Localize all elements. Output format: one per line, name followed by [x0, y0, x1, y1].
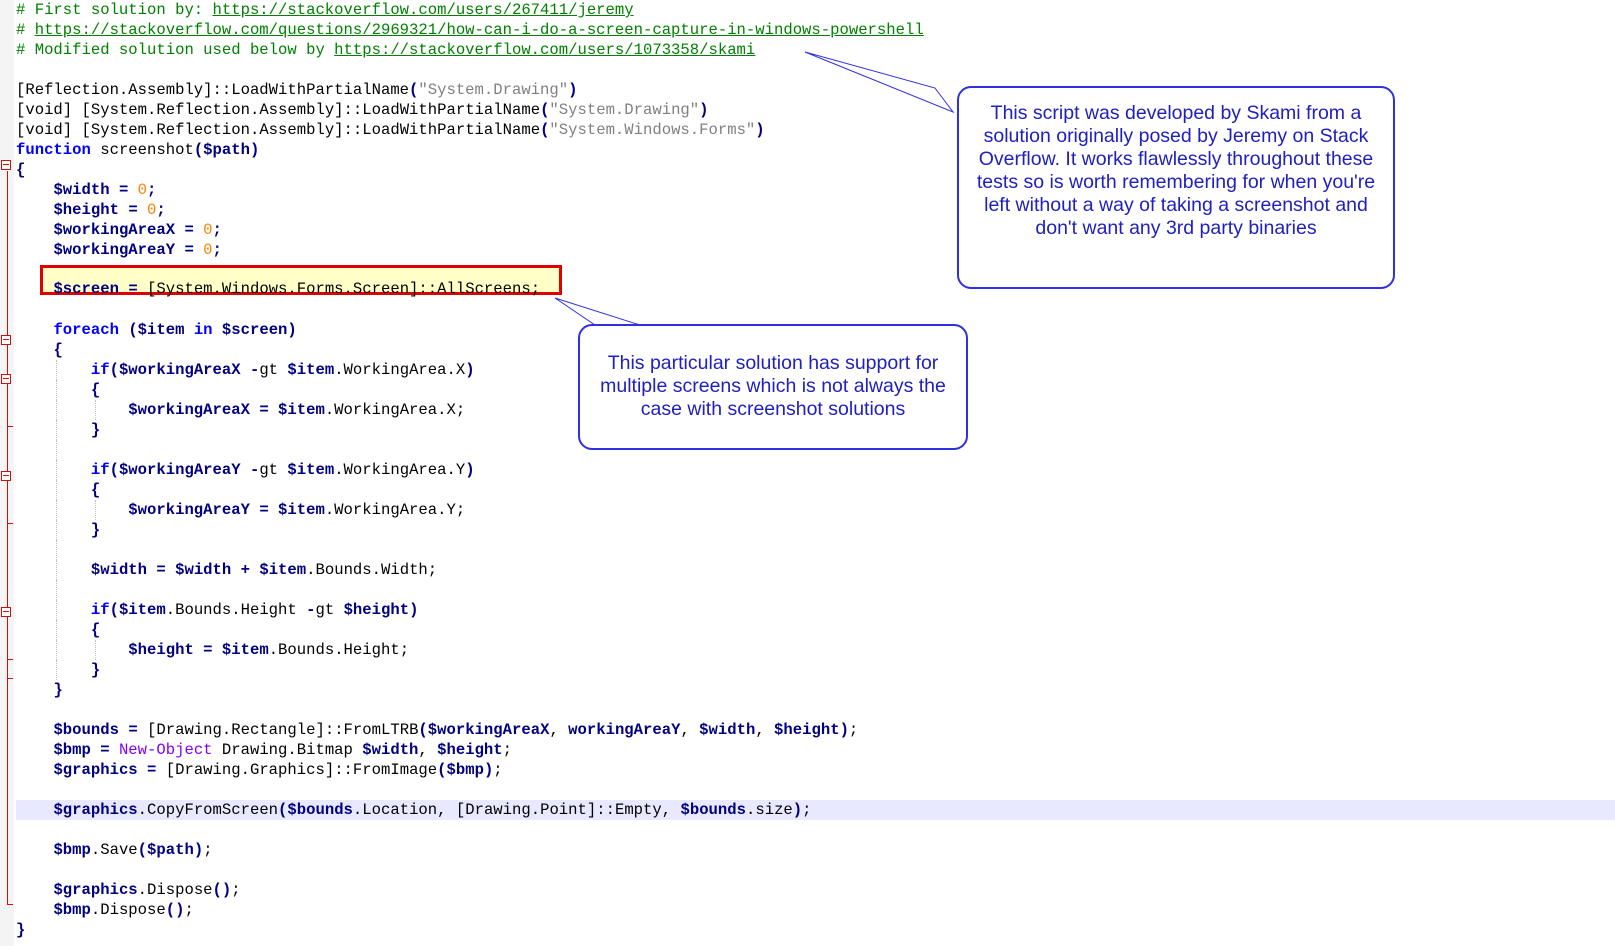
- callout-top-tail: [804, 51, 955, 114]
- annotation-callout-multiscreen: This particular solution has support for…: [578, 324, 968, 450]
- annotation-callout-credits: This script was developed by Skami from …: [957, 86, 1395, 289]
- callout-text: This script was developed by Skami from …: [976, 102, 1376, 239]
- callout-middle-tail: [554, 297, 641, 326]
- callout-text: This particular solution has support for…: [600, 352, 946, 420]
